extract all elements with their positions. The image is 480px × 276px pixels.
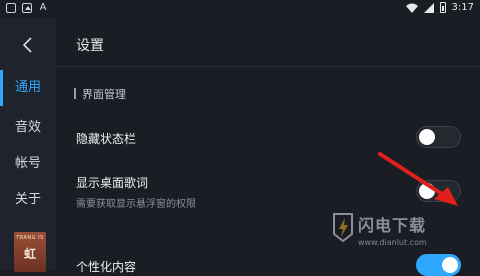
sidebar-item-sound-effects[interactable]: 音效 <box>0 110 56 146</box>
a-icon: A <box>39 2 47 13</box>
toggle-knob <box>419 183 435 199</box>
watermark: 闪电下载 www.dianlut.com <box>330 210 480 254</box>
toggle-knob <box>442 257 458 273</box>
system-icons: 3:17 <box>405 2 474 13</box>
desktop-lyrics-toggle[interactable] <box>416 180 461 202</box>
sidebar-item-general[interactable]: 通用 <box>0 70 56 106</box>
wifi-icon <box>405 3 418 13</box>
status-time: 3:17 <box>451 2 474 13</box>
album-thumbnail[interactable]: TRANG IS 虹 <box>14 232 46 272</box>
status-bar: A 3:17 <box>0 0 480 18</box>
sidebar-item-account[interactable]: 帐号 <box>0 146 56 182</box>
watermark-url: www.dianlut.com <box>358 238 427 247</box>
desktop-lyrics-sublabel: 需要获取显示悬浮窗的权限 <box>76 199 196 210</box>
back-arrow-icon[interactable] <box>18 35 38 55</box>
section-title: 界面管理 <box>74 86 126 102</box>
album-small-text: TRANG IS <box>16 235 44 241</box>
signal-icon <box>423 2 434 13</box>
notification-icon <box>6 3 16 13</box>
header-divider <box>56 66 480 67</box>
sidebar: 通用 音效 帐号 关于 TRANG IS 虹 <box>0 18 56 272</box>
watermark-title: 闪电下载 <box>358 216 427 235</box>
lightning-logo-icon <box>333 213 353 242</box>
album-big-text: 虹 <box>23 247 36 261</box>
battery-icon <box>439 2 446 13</box>
toggle-knob <box>419 129 435 145</box>
notification-icons: A <box>6 3 48 13</box>
personalized-content-toggle[interactable] <box>416 254 461 276</box>
hide-statusbar-label: 隐藏状态栏 <box>76 132 137 146</box>
page-title: 设置 <box>76 38 104 54</box>
personalized-content-label: 个性化内容 <box>76 260 137 274</box>
hide-statusbar-toggle[interactable] <box>416 126 461 148</box>
desktop-lyrics-label: 显示桌面歌词 <box>76 176 149 190</box>
image-icon <box>22 3 32 13</box>
sidebar-item-about[interactable]: 关于 <box>0 182 56 218</box>
